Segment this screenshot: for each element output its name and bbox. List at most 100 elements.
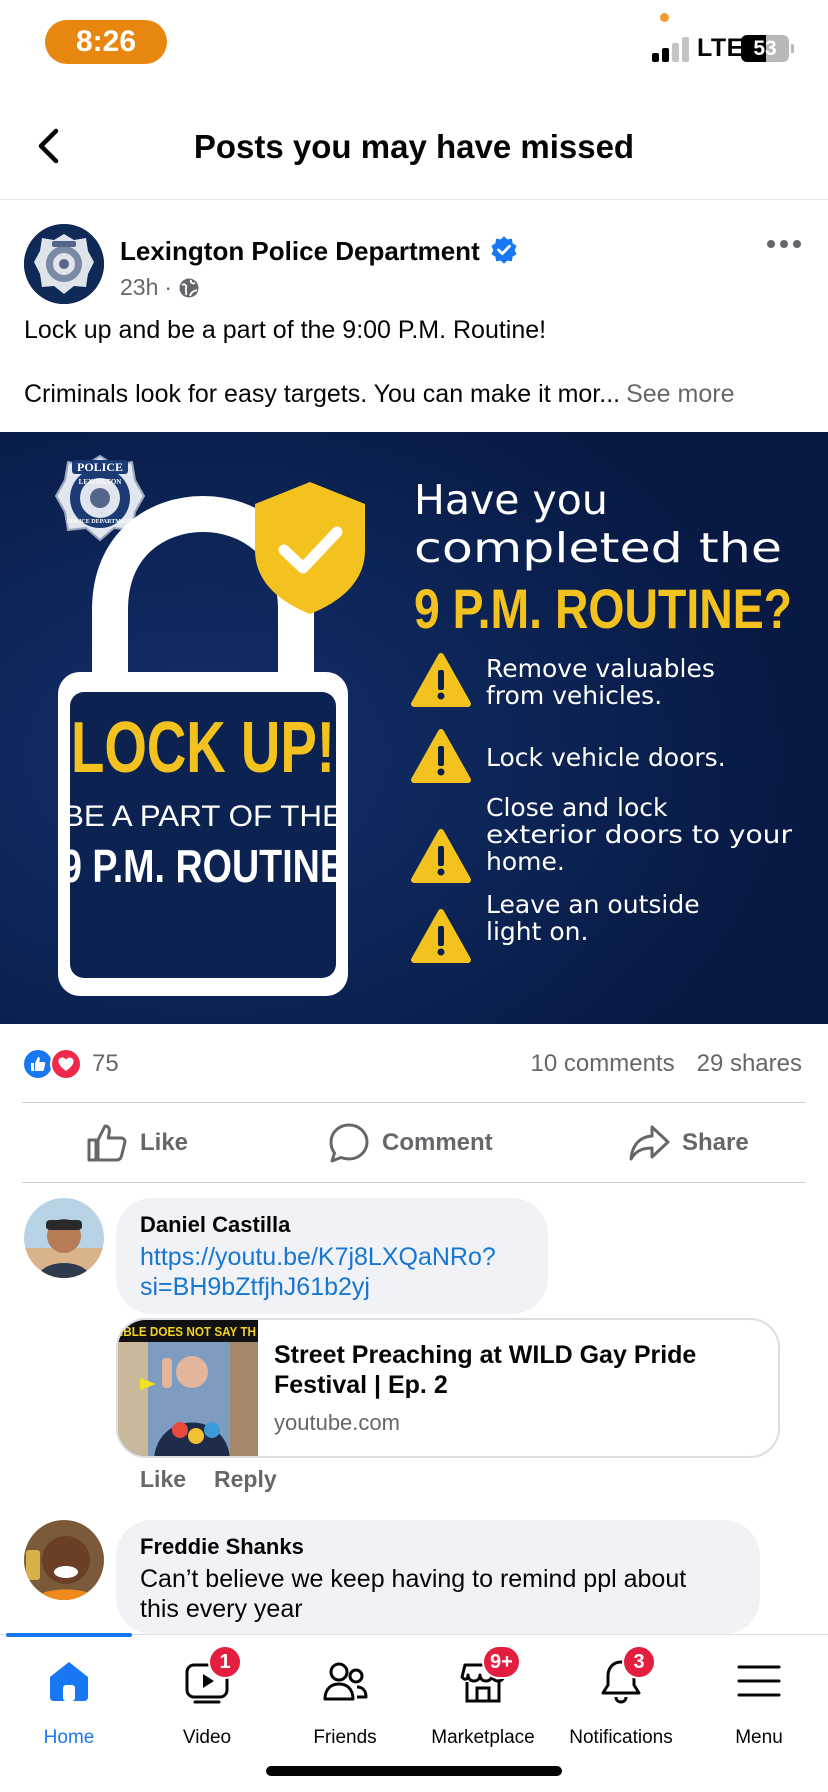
tip-3-line3: home.	[486, 847, 565, 876]
routine-text: 9 P.M. ROUTINE	[61, 840, 345, 892]
badge-text-police: POLICE	[77, 460, 123, 474]
verified-badge-icon	[491, 236, 517, 264]
divider	[22, 1102, 806, 1103]
tab-label: Notifications	[569, 1727, 673, 1748]
reaction-count: 75	[92, 1050, 119, 1077]
hamburger-menu-icon	[737, 1665, 781, 1697]
more-horizontal-icon	[767, 240, 801, 248]
mic-indicator-dot	[660, 13, 669, 22]
comment-text-line1: Can’t believe we keep having to remind p…	[140, 1565, 687, 1593]
post-text-truncated: Criminals look for easy targets. You can…	[24, 380, 621, 408]
avatar-photo	[24, 1198, 104, 1278]
status-bar: 8:26 LTE 53	[0, 0, 828, 92]
comment-link-line1[interactable]: https://youtu.be/K7j8LXQaNRo?	[140, 1242, 524, 1272]
badge-text-lexington: LEXINGTON	[79, 478, 122, 486]
tip-2-line1: Lock vehicle doors.	[486, 743, 726, 772]
home-icon	[50, 1662, 88, 1701]
comments-count[interactable]: 10 comments	[531, 1050, 675, 1078]
tab-notifications[interactable]: 3 Notifications	[552, 1635, 690, 1765]
battery-icon: 53	[741, 35, 789, 62]
comment-reply-button[interactable]: Reply	[214, 1466, 277, 1493]
reactions-summary[interactable]: 75	[22, 1048, 119, 1080]
share-label: Share	[682, 1129, 749, 1156]
question-line1: Have you	[414, 476, 608, 524]
tab-friends[interactable]: Friends	[276, 1635, 414, 1765]
tab-marketplace[interactable]: 9+ Marketplace	[414, 1635, 552, 1765]
tab-label: Friends	[313, 1727, 377, 1748]
commenter-avatar[interactable]	[24, 1520, 104, 1600]
tab-label: Marketplace	[431, 1727, 535, 1748]
page-avatar[interactable]	[24, 224, 104, 304]
be-a-part-text: BE A PART OF THE	[63, 800, 343, 833]
like-label: Like	[140, 1129, 189, 1156]
post-meta: 23h ·	[120, 274, 200, 301]
commenter-avatar[interactable]	[24, 1198, 104, 1278]
post-text-line2: Criminals look for easy targets. You can…	[24, 380, 734, 409]
tip-1-line2: from vehicles.	[486, 681, 662, 710]
tab-label: Menu	[735, 1727, 783, 1748]
tab-video[interactable]: 1 Video	[138, 1635, 276, 1765]
post-actions: Like Comment Share	[0, 1104, 828, 1182]
network-type: LTE	[697, 34, 744, 62]
lock-up-poster: POLICE LEXINGTON POLICE DEPARTMENT LOCK …	[0, 432, 828, 1024]
comment-link-line2[interactable]: si=BH9bZtfjhJ61b2yj	[140, 1272, 524, 1302]
commenter-name[interactable]: Freddie Shanks	[140, 1534, 736, 1560]
comment-actions: Like Reply	[140, 1466, 277, 1493]
post-text-line1: Lock up and be a part of the 9:00 P.M. R…	[24, 316, 547, 344]
post-time[interactable]: 23h	[120, 274, 158, 301]
link-preview-card[interactable]: IBLE DOES NOT SAY TH Street Preaching at…	[116, 1318, 780, 1458]
avatar-photo	[24, 1520, 104, 1600]
see-more-link[interactable]: See more	[626, 380, 734, 408]
marketplace-badge: 9+	[482, 1645, 521, 1679]
video-badge: 1	[208, 1645, 242, 1679]
notifications-badge: 3	[622, 1645, 656, 1679]
tip-3-line2: exterior doors to your	[486, 820, 793, 849]
tab-label: Home	[43, 1727, 95, 1748]
share-arrow-icon	[629, 1125, 670, 1161]
lock-up-heading: LOCK UP!	[71, 708, 335, 788]
thumbnail-caption: IBLE DOES NOT SAY TH	[120, 1324, 256, 1339]
shares-count[interactable]: 29 shares	[697, 1050, 802, 1078]
link-domain: youtube.com	[274, 1410, 400, 1435]
commenter-name[interactable]: Daniel Castilla	[140, 1212, 524, 1238]
thumbs-up-icon	[87, 1124, 127, 1162]
comment-bubble: Freddie Shanks Can’t believe we keep hav…	[116, 1520, 760, 1634]
comment-label: Comment	[382, 1129, 493, 1156]
post-image[interactable]: POLICE LEXINGTON POLICE DEPARTMENT LOCK …	[0, 432, 828, 1024]
tab-menu[interactable]: Menu	[690, 1635, 828, 1765]
question-line2: completed the	[414, 524, 782, 572]
tip-4-line2: light on.	[486, 917, 588, 946]
tip-1-line1: Remove valuables	[486, 654, 715, 683]
tab-home[interactable]: Home	[0, 1635, 138, 1765]
cellular-signal-icon	[652, 36, 692, 62]
engagement-counts: 10 comments 29 shares	[531, 1050, 802, 1078]
post-author-name[interactable]: Lexington Police Department	[120, 236, 480, 267]
status-time[interactable]: 8:26	[45, 20, 167, 64]
comment-bubble-icon	[329, 1123, 369, 1163]
divider	[22, 1182, 806, 1183]
battery-level: 53	[753, 37, 777, 60]
share-button[interactable]: Share	[628, 1104, 749, 1182]
battery-tip	[791, 44, 794, 53]
home-indicator[interactable]	[266, 1766, 562, 1776]
tip-4-line1: Leave an outside	[486, 890, 700, 919]
comment-text-line2: this every year	[140, 1595, 303, 1623]
more-options-button[interactable]	[764, 232, 804, 256]
meta-separator: ·	[164, 274, 173, 300]
comment-bubble: Daniel Castilla https://youtu.be/K7j8LXQ…	[116, 1198, 548, 1314]
love-reaction-icon	[50, 1048, 82, 1080]
police-badge-icon	[24, 224, 104, 304]
friends-icon	[323, 1662, 368, 1701]
link-title: Street Preaching at WILD Gay Pride Festi…	[274, 1341, 697, 1399]
video-thumbnail: IBLE DOES NOT SAY TH	[118, 1320, 258, 1456]
page-title: Posts you may have missed	[193, 128, 635, 165]
comment-button[interactable]: Comment	[328, 1104, 493, 1182]
comment-like-button[interactable]: Like	[140, 1466, 186, 1493]
question-line3: 9 P.M. ROUTINE?	[414, 577, 792, 640]
page-header: Posts you may have missed	[0, 92, 828, 200]
tab-label: Video	[182, 1727, 232, 1748]
like-button[interactable]: Like	[86, 1104, 188, 1182]
globe-icon	[179, 278, 199, 297]
badge-text-department: POLICE DEPARTMENT	[67, 519, 134, 525]
tip-3-line1: Close and lock	[486, 793, 668, 822]
